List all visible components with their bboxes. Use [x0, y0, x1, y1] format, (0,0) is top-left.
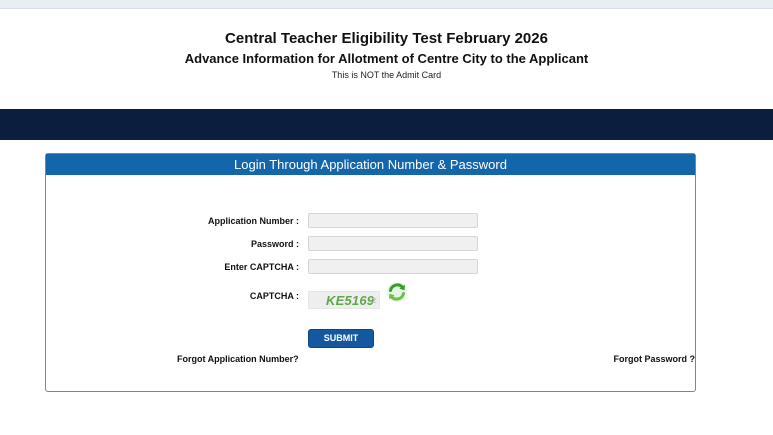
captcha-image: KE5169 ·z: [308, 291, 380, 309]
page-header: Central Teacher Eligibility Test Februar…: [0, 28, 773, 82]
login-panel: Login Through Application Number & Passw…: [45, 153, 696, 392]
page-title: Central Teacher Eligibility Test Februar…: [225, 30, 548, 47]
captcha-entry-row: Enter CAPTCHA :: [46, 258, 697, 276]
application-number-input[interactable]: [308, 213, 478, 228]
application-number-row: Application Number :: [46, 212, 697, 230]
nav-bar: [0, 109, 773, 140]
forgot-application-number-link[interactable]: Forgot Application Number?: [177, 354, 299, 364]
top-strip: [0, 0, 773, 9]
password-label: Password :: [250, 239, 299, 249]
captcha-input[interactable]: [308, 259, 478, 274]
enter-captcha-label: Enter CAPTCHA :: [224, 262, 299, 272]
page: Central Teacher Eligibility Test Februar…: [0, 0, 773, 435]
captcha-label: CAPTCHA :: [249, 291, 299, 301]
page-subtitle: Advance Information for Allotment of Cen…: [184, 51, 589, 66]
captcha-noise-text: ·z: [369, 295, 377, 305]
captcha-code: KE5169: [326, 293, 375, 308]
password-row: Password :: [46, 235, 697, 253]
application-number-label: Application Number :: [207, 216, 299, 226]
login-panel-title: Login Through Application Number & Passw…: [46, 154, 695, 175]
forgot-password-link[interactable]: Forgot Password ?: [613, 354, 695, 364]
admit-card-note: This is NOT the Admit Card: [331, 70, 442, 80]
password-input[interactable]: [308, 236, 478, 251]
refresh-icon[interactable]: [386, 281, 408, 303]
submit-button[interactable]: SUBMIT: [308, 329, 374, 348]
